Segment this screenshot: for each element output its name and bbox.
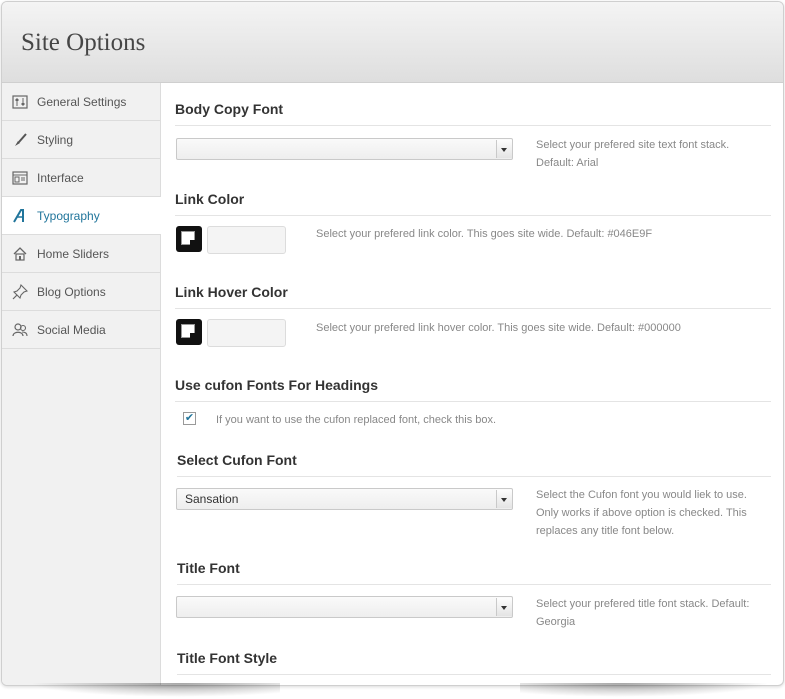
link-color-help: Select your prefered link color. This go…	[316, 228, 653, 240]
brush-icon	[12, 132, 28, 148]
title-font-style-section: Title Font Style	[177, 650, 771, 675]
body-font-title: Body Copy Font	[175, 101, 771, 126]
title-font-style-title: Title Font Style	[177, 650, 771, 675]
settings-icon	[12, 94, 28, 110]
title-font-section: Title Font Select your prefered title fo…	[176, 560, 771, 645]
cufon-headings-section: Use cufon Fonts For Headings ✔ If you wa…	[175, 377, 771, 442]
title-font-title: Title Font	[177, 560, 771, 585]
link-color-section: Link Color Select your prefered link col…	[175, 191, 771, 276]
sidebar-item-blog-options[interactable]: Blog Options	[2, 273, 160, 311]
chevron-down-icon	[496, 490, 512, 508]
help-line: Georgia	[536, 616, 576, 628]
cufon-font-select[interactable]: Sansation	[176, 488, 513, 510]
link-hover-color-help: Select your prefered link hover color. T…	[316, 322, 681, 334]
sidebar-item-label: Home Sliders	[37, 246, 110, 261]
link-hover-color-section: Link Hover Color Select your prefered li…	[175, 284, 771, 369]
panel-shadow-left	[30, 683, 280, 697]
sidebar-item-label: Typography	[37, 208, 100, 223]
sidebar-item-label: Styling	[37, 132, 74, 147]
sidebar-item-styling[interactable]: Styling	[2, 121, 160, 159]
link-color-swatch[interactable]	[176, 226, 202, 252]
sidebar-item-interface[interactable]: Interface	[2, 159, 160, 197]
link-hover-color-input[interactable]	[207, 319, 286, 347]
typography-icon	[12, 208, 28, 224]
sidebar-item-social-media[interactable]: Social Media	[2, 311, 160, 349]
help-line: Default: Arial	[536, 157, 599, 169]
chevron-down-icon	[496, 140, 512, 158]
body-font-select[interactable]	[176, 138, 513, 160]
panel-shadow-right	[520, 683, 770, 697]
cufon-headings-checkbox[interactable]: ✔	[183, 412, 196, 425]
sidebar-item-label: Social Media	[37, 322, 106, 337]
help-line: Only works if above option is checked. T…	[536, 507, 747, 519]
sidebar-item-label: Interface	[37, 170, 84, 185]
users-icon	[12, 322, 28, 338]
cufon-font-help: Select the Cufon font you would liek to …	[536, 486, 768, 540]
page-title: Site Options	[21, 29, 146, 56]
title-font-help: Select your prefered title font stack. D…	[536, 595, 768, 631]
home-icon	[12, 246, 28, 262]
cufon-font-value: Sansation	[185, 492, 239, 506]
sidebar-item-label: General Settings	[37, 94, 127, 109]
layout-icon	[12, 170, 28, 186]
header: Site Options	[2, 2, 783, 83]
cufon-font-title: Select Cufon Font	[177, 452, 771, 477]
sidebar-item-home-sliders[interactable]: Home Sliders	[2, 235, 160, 273]
sidebar: General Settings Styling Interface Typog…	[2, 83, 161, 685]
body-font-section: Body Copy Font Select your prefered site…	[175, 101, 771, 186]
link-color-input[interactable]	[207, 226, 286, 254]
help-line: Select the Cufon font you would liek to …	[536, 489, 747, 501]
chevron-down-icon	[496, 598, 512, 616]
pin-icon	[12, 283, 29, 300]
help-line: Select your prefered title font stack. D…	[536, 598, 750, 610]
link-hover-color-title: Link Hover Color	[175, 284, 771, 309]
site-options-panel: Site Options General Settings Styling In…	[1, 1, 784, 686]
help-line: replaces any title font below.	[536, 525, 675, 537]
link-hover-color-swatch[interactable]	[176, 319, 202, 345]
sidebar-item-label: Blog Options	[37, 284, 106, 299]
sidebar-item-typography[interactable]: Typography	[2, 197, 161, 235]
link-color-title: Link Color	[175, 191, 771, 216]
sidebar-item-general-settings[interactable]: General Settings	[2, 83, 160, 121]
cufon-headings-help: If you want to use the cufon replaced fo…	[216, 414, 497, 426]
cufon-headings-title: Use cufon Fonts For Headings	[175, 377, 771, 402]
body-font-help: Select your prefered site text font stac…	[536, 136, 766, 172]
title-font-select[interactable]	[176, 596, 513, 618]
cufon-font-section: Select Cufon Font Sansation Select the C…	[176, 452, 771, 547]
help-line: Select your prefered site text font stac…	[536, 139, 730, 151]
